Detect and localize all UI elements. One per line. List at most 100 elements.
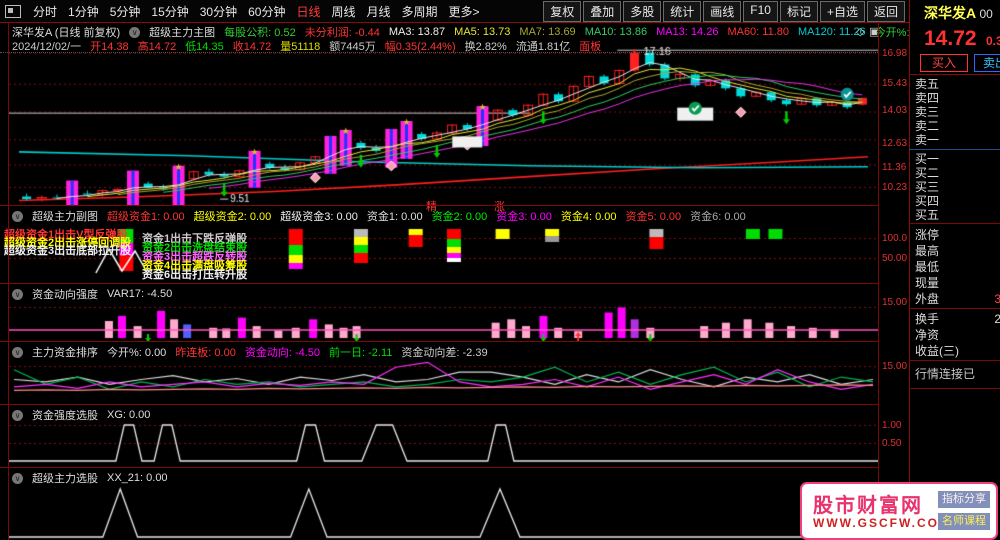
sell-row-5[interactable]: 卖五 xyxy=(915,77,1000,91)
menu-item-1min[interactable]: 1分钟 xyxy=(68,3,99,20)
chart-left-border xyxy=(8,22,9,540)
p4-f0: 今开%: 0.00 xyxy=(107,347,167,359)
panel5-title-row: ∨ 资金强度选股 XG: 0.00 xyxy=(12,407,150,423)
window-icon[interactable] xyxy=(5,4,21,18)
menu-item-multi-period[interactable]: 多周期 xyxy=(402,3,438,20)
field-ma60: MA60: 11.80 xyxy=(727,26,789,38)
p2-f0: 超级资金1: 0.00 xyxy=(107,211,185,223)
menu-item-weekly[interactable]: 周线 xyxy=(331,3,355,20)
buy-button[interactable]: 买入 xyxy=(920,54,968,72)
buy5-label: 买五 xyxy=(915,208,940,222)
p2-f1: 超级资金2: 0.00 xyxy=(193,211,272,223)
top-menu-bar: 分时 1分钟 5分钟 15分钟 30分钟 60分钟 日线 周线 月线 多周期 更… xyxy=(0,0,1000,23)
field-ma5: MA5: 13.73 xyxy=(454,26,511,38)
panel6-toggle-icon[interactable]: ∨ xyxy=(12,472,23,484)
menu-item-fenshi[interactable]: 分时 xyxy=(33,3,57,20)
panel5-toggle-icon[interactable]: ∨ xyxy=(12,409,23,421)
panel-divider-2 xyxy=(0,283,878,284)
app-window: 分时 1分钟 5分钟 15分钟 30分钟 60分钟 日线 周线 月线 多周期 更… xyxy=(0,0,1000,540)
axis-label-main-3: 14.03 xyxy=(882,105,908,116)
axis-label-main-2: 15.43 xyxy=(882,78,908,89)
field-ma13: MA13: 14.26 xyxy=(656,26,719,38)
field-ma7: MA7: 13.69 xyxy=(519,26,576,38)
signal-text-8: 资金6出击打压转升股 xyxy=(142,269,248,281)
fund-strength-select-chart[interactable] xyxy=(9,418,878,467)
waipan-value: 3 xyxy=(994,292,1000,306)
main-fund-rank-chart[interactable] xyxy=(9,355,878,404)
menu-item-daily[interactable]: 日线 xyxy=(296,3,320,20)
btn-f10[interactable]: F10 xyxy=(743,1,778,22)
indicator-toggle-icon[interactable]: ∨ xyxy=(129,26,141,38)
buy-row-5[interactable]: 买五 xyxy=(915,208,1000,222)
super-main-select-chart[interactable] xyxy=(9,481,878,539)
panel4-title-row: ∨ 主力资金排序 今开%: 0.00 昨连板: 0.00 资金动向: -4.50… xyxy=(12,344,488,360)
period-menu: 分时 1分钟 5分钟 15分钟 30分钟 60分钟 日线 周线 月线 多周期 更… xyxy=(33,3,480,20)
panel-divider-3 xyxy=(0,341,878,342)
badge-teacher-course[interactable]: 名师课程 xyxy=(938,513,990,530)
sell1-label: 卖一 xyxy=(915,133,940,147)
info-row-huanshou: 换手 2 xyxy=(915,312,1000,326)
panel3-toggle-icon[interactable]: ∨ xyxy=(12,288,23,300)
btn-zixuan[interactable]: +自选 xyxy=(819,1,865,22)
buy-row-2[interactable]: 买二 xyxy=(915,166,1000,180)
menu-item-5min[interactable]: 5分钟 xyxy=(110,3,141,20)
menu-item-30min[interactable]: 30分钟 xyxy=(200,3,237,20)
gscfw-logo-box: 股市财富网 WWW.GSCFW.COM 指标分享 名师课程 xyxy=(800,482,998,540)
quote-sep-4 xyxy=(909,360,1000,361)
toolbar-buttons: 复权 叠加 多股 统计 画线 F10 标记 +自选 返回 xyxy=(543,1,905,22)
super-main-force-subchart[interactable] xyxy=(9,219,878,283)
btn-fuquan[interactable]: 复权 xyxy=(543,1,582,22)
info-row-waipan: 外盘 3 xyxy=(915,292,1000,306)
sell2-label: 卖二 xyxy=(915,119,940,133)
panel2-title-row: ∨ 超级主力副图 超级资金1: 0.00 超级资金2: 0.00 超级资金3: … xyxy=(12,208,746,224)
quote-sep-5 xyxy=(909,388,1000,389)
huanshou-label: 换手 xyxy=(915,312,940,326)
p2-f7: 资金5: 0.00 xyxy=(625,211,682,223)
info-row-zuigao: 最高 xyxy=(915,244,1000,258)
menu-item-monthly[interactable]: 月线 xyxy=(367,3,391,20)
axis-label-p5-05: 0.50 xyxy=(882,438,902,449)
btn-diejia[interactable]: 叠加 xyxy=(583,1,622,22)
sell-row-1[interactable]: 卖一 xyxy=(915,133,1000,147)
stock-name-text: 深华发A xyxy=(924,5,976,21)
waipan-label: 外盘 xyxy=(915,292,940,306)
shouyi-label: 收益(三) xyxy=(915,344,959,358)
btn-biaoji[interactable]: 标记 xyxy=(779,1,818,22)
connection-status: 行情连接已 xyxy=(915,367,976,381)
gscfw-logo-url[interactable]: WWW.GSCFW.COM xyxy=(813,516,951,530)
sell-row-2[interactable]: 卖二 xyxy=(915,119,1000,133)
panel4-name: 主力资金排序 xyxy=(32,347,98,359)
quote-change: 0.3 xyxy=(986,34,1000,48)
axis-label-main-5: 11.36 xyxy=(882,162,907,173)
p4-f1: 昨连板: 0.00 xyxy=(175,347,236,359)
buy-row-1[interactable]: 买一 xyxy=(915,152,1000,166)
axis-label-p5-1: 1.00 xyxy=(882,420,902,431)
info-row-zhangting: 涨停 xyxy=(915,228,1000,242)
badge-indicator-share[interactable]: 指标分享 xyxy=(938,491,990,508)
stock-code-text: 00 xyxy=(979,7,993,21)
overlay-mark-zhang: 涨 xyxy=(494,201,505,213)
panel3-title-row: ∨ 资金动向强度 VAR17: -4.50 xyxy=(12,286,172,302)
buy-row-3[interactable]: 买三 xyxy=(915,180,1000,194)
zuigao-label: 最高 xyxy=(915,244,940,258)
diamond-tool-icon[interactable]: ◇ xyxy=(856,25,864,38)
buy-row-4[interactable]: 买四 xyxy=(915,194,1000,208)
fund-direction-strength-chart[interactable] xyxy=(9,297,878,341)
huanshou-value: 2 xyxy=(994,312,1000,326)
btn-huaxian[interactable]: 画线 xyxy=(703,1,742,22)
panel4-toggle-icon[interactable]: ∨ xyxy=(12,346,23,358)
quote-panel: 深华发A 00 14.72 0.3 买入 卖出 卖五 卖四 卖三 卖二 卖一 买… xyxy=(909,0,1000,540)
panel2-toggle-icon[interactable]: ∨ xyxy=(12,210,23,222)
btn-tongji[interactable]: 统计 xyxy=(663,1,702,22)
menu-item-more[interactable]: 更多> xyxy=(449,3,480,20)
sell-row-3[interactable]: 卖三 xyxy=(915,105,1000,119)
btn-duogu[interactable]: 多股 xyxy=(623,1,662,22)
p4-f3: 前一日: -2.11 xyxy=(329,347,393,359)
sell-row-4[interactable]: 卖四 xyxy=(915,91,1000,105)
p2-f6: 资金4: 0.00 xyxy=(560,211,617,223)
panel6-name: 超级主力选股 xyxy=(32,473,98,485)
menu-item-15min[interactable]: 15分钟 xyxy=(151,3,188,20)
sell-button[interactable]: 卖出 xyxy=(974,54,1000,72)
btn-fanhui[interactable]: 返回 xyxy=(866,1,905,22)
menu-item-60min[interactable]: 60分钟 xyxy=(248,3,285,20)
